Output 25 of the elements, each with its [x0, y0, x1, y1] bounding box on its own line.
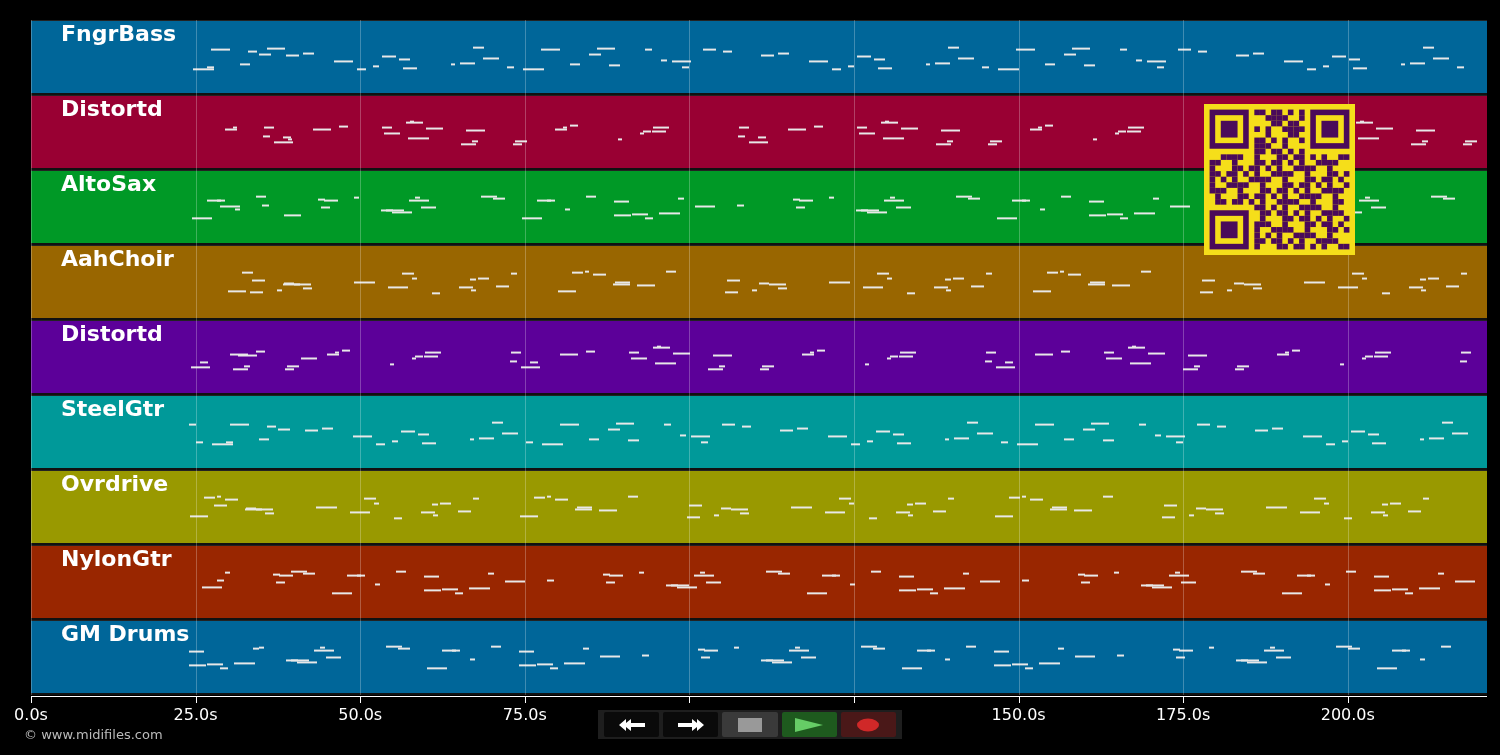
track-name: FngrBass [61, 23, 177, 45]
time-tick-label: 50.0s [338, 705, 383, 724]
track-name: GM Drums [61, 623, 190, 645]
time-tick-label: 75.0s [502, 705, 547, 724]
play-button[interactable] [781, 712, 837, 737]
time-tick-label: 0.0s [14, 705, 48, 724]
track-name: AahChoir [61, 248, 174, 270]
rewind-button[interactable] [604, 712, 660, 737]
record-icon [856, 717, 881, 732]
track-name: Ovrdrive [61, 473, 169, 495]
track-name: AltoSax [61, 173, 157, 195]
record-button[interactable] [840, 712, 896, 737]
copyright-text: © www.midifiles.com [24, 727, 163, 742]
stop-button[interactable] [722, 712, 778, 737]
track-name: Distortd [61, 323, 163, 345]
time-tick-label: 25.0s [173, 705, 218, 724]
fast-forward-icon [675, 717, 706, 732]
track-name: NylonGtr [61, 548, 172, 570]
track-name: SteelGtr [61, 398, 165, 420]
stop-icon [738, 717, 762, 732]
time-tick-label: 150.0s [991, 705, 1046, 724]
time-tick-label: 175.0s [1156, 705, 1211, 724]
track-name: Distortd [61, 98, 163, 120]
time-tick-label: 200.0s [1320, 705, 1375, 724]
fast-forward-button[interactable] [663, 712, 719, 737]
